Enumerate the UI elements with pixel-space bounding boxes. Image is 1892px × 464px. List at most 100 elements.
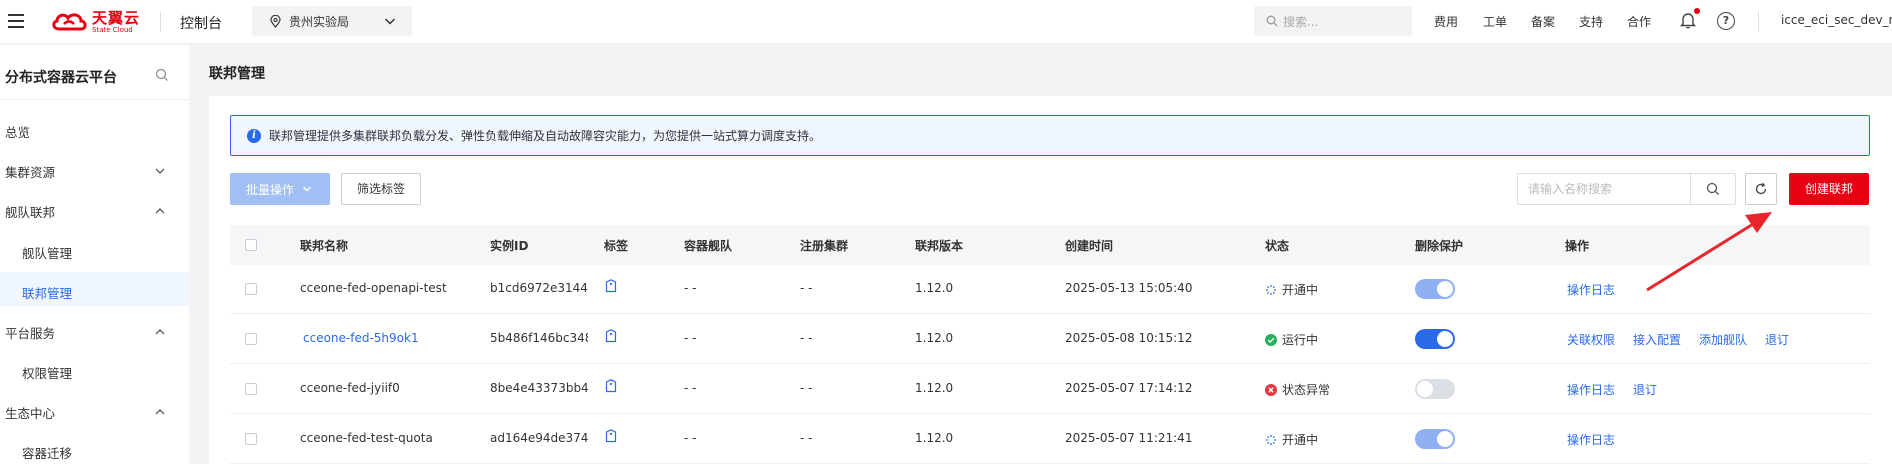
page-title: 联邦管理 — [209, 66, 265, 82]
name-search-box — [1517, 173, 1736, 205]
global-search-placeholder: 搜索... — [1283, 14, 1319, 29]
action-operation-log[interactable]: 操作日志 — [1567, 281, 1615, 298]
batch-operation-button[interactable]: 批量操作 — [230, 173, 330, 205]
logo[interactable]: 天翼云 State Cloud — [50, 8, 140, 36]
row-checkbox[interactable] — [245, 333, 257, 345]
sidebar-item-fleet-federation[interactable]: 舰队联邦 — [5, 202, 55, 221]
help-icon[interactable]: ? — [1717, 12, 1735, 30]
status-badge: 开通中 — [1265, 281, 1318, 298]
federation-version: 1.12.0 — [915, 281, 954, 295]
search-icon — [1706, 182, 1719, 195]
action-associate-permission[interactable]: 关联权限 — [1567, 331, 1615, 348]
divider — [160, 12, 161, 32]
federation-name: cceone-fed-jyiif0 — [300, 381, 400, 395]
tag-icon[interactable] — [605, 329, 617, 343]
sidebar-title: 分布式容器云平台 — [5, 70, 117, 86]
global-search-input[interactable]: 搜索... — [1254, 6, 1412, 36]
delete-protection-toggle[interactable] — [1415, 429, 1455, 449]
tag-icon[interactable] — [605, 279, 617, 293]
status-badge: 状态异常 — [1265, 381, 1330, 398]
sidebar-item-permission-management[interactable]: 权限管理 — [22, 363, 72, 382]
action-access-config[interactable]: 接入配置 — [1633, 331, 1681, 348]
loading-icon — [1266, 284, 1276, 295]
nav-billing[interactable]: 费用 — [1434, 13, 1458, 30]
info-icon: i — [247, 128, 261, 143]
instance-id: 5b486f146bc348c2 — [490, 331, 588, 345]
row-actions: 操作日志 — [1567, 431, 1615, 448]
batch-operation-label: 批量操作 — [246, 182, 295, 197]
status-text: 运行中 — [1282, 333, 1319, 347]
sidebar-item-container-migration[interactable]: 容器迁移 — [22, 443, 72, 462]
info-notice: i 联邦管理提供多集群联邦负载分发、弹性负载伸缩及自动故障容灾能力，为您提供一站… — [230, 115, 1870, 156]
nav-partner[interactable]: 合作 — [1627, 13, 1651, 30]
name-search-input[interactable] — [1518, 174, 1690, 204]
federation-name: cceone-fed-test-quota — [300, 431, 433, 445]
status-badge: 运行中 — [1265, 331, 1318, 348]
refresh-button[interactable] — [1745, 173, 1777, 205]
region-selector[interactable]: 贵州实验局 — [252, 6, 412, 36]
nav-filing[interactable]: 备案 — [1531, 13, 1555, 30]
location-pin-icon — [270, 14, 281, 28]
delete-protection-toggle[interactable] — [1415, 379, 1455, 399]
search-icon[interactable] — [155, 68, 169, 82]
create-federation-button[interactable]: 创建联邦 — [1789, 173, 1869, 205]
federation-version: 1.12.0 — [915, 331, 954, 345]
tag-icon[interactable] — [605, 379, 617, 393]
sidebar-item-cluster-resources[interactable]: 集群资源 — [5, 162, 55, 181]
hamburger-icon[interactable] — [8, 14, 24, 28]
row-checkbox[interactable] — [245, 383, 257, 395]
user-menu[interactable]: icce_eci_sec_dev_na — [1781, 13, 1892, 27]
nav-tickets[interactable]: 工单 — [1483, 13, 1507, 30]
action-unsubscribe[interactable]: 退订 — [1765, 331, 1789, 348]
row-checkbox[interactable] — [245, 433, 257, 445]
container-fleet: - - — [684, 281, 697, 295]
sidebar-item-federation-management[interactable]: 联邦管理 — [22, 283, 72, 302]
federation-name: cceone-fed-openapi-test — [300, 281, 447, 295]
delete-protection-toggle[interactable] — [1415, 279, 1455, 299]
action-operation-log[interactable]: 操作日志 — [1567, 381, 1615, 398]
sidebar-item-fleet-management[interactable]: 舰队管理 — [22, 243, 72, 262]
container-fleet: - - — [684, 431, 697, 445]
notice-text: 联邦管理提供多集群联邦负载分发、弹性负载伸缩及自动故障容灾能力，为您提供一站式算… — [269, 129, 822, 143]
search-button[interactable] — [1690, 174, 1735, 204]
logo-text-en: State Cloud — [92, 25, 133, 34]
status-badge: 开通中 — [1265, 431, 1318, 448]
federation-name-link[interactable]: cceone-fed-5h9ok1 — [303, 331, 419, 345]
sidebar-item-ecosystem-center[interactable]: 生态中心 — [5, 403, 55, 422]
registered-clusters: - - — [800, 381, 813, 395]
action-operation-log[interactable]: 操作日志 — [1567, 431, 1615, 448]
instance-id: b1cd6972e3144ffa — [490, 281, 588, 295]
chevron-up-icon — [155, 208, 165, 214]
chevron-down-icon — [303, 186, 312, 192]
header-status: 状态 — [1265, 239, 1290, 253]
chevron-down-icon — [384, 18, 396, 25]
status-text: 状态异常 — [1282, 383, 1331, 397]
table-row: cceone-fed-test-quota ad164e94de374f5 - … — [230, 415, 1870, 464]
action-unsubscribe[interactable]: 退订 — [1633, 381, 1657, 398]
row-actions: 关联权限 接入配置 添加舰队 退订 — [1567, 331, 1789, 348]
region-label: 贵州实验局 — [289, 14, 350, 29]
notification-dot — [1694, 8, 1700, 14]
divider — [0, 99, 189, 100]
header-federation-name: 联邦名称 — [300, 239, 349, 253]
console-link[interactable]: 控制台 — [180, 13, 222, 33]
select-all-checkbox[interactable] — [245, 239, 257, 251]
action-add-fleet[interactable]: 添加舰队 — [1699, 331, 1747, 348]
bell-icon[interactable] — [1679, 11, 1697, 29]
refresh-icon — [1755, 182, 1767, 195]
sidebar: 分布式容器云平台 总览 集群资源 舰队联邦 舰队管理 联邦管理 平台服务 权限管… — [0, 45, 189, 464]
sidebar-item-platform-services[interactable]: 平台服务 — [5, 323, 55, 342]
registered-clusters: - - — [800, 331, 813, 345]
logo-cloud-icon — [52, 13, 87, 31]
row-checkbox[interactable] — [245, 283, 257, 295]
chevron-up-icon — [155, 329, 165, 335]
chevron-up-icon — [155, 409, 165, 415]
tag-icon[interactable] — [605, 429, 617, 443]
top-bar: 天翼云 State Cloud 控制台 贵州实验局 搜索... 费用 工单 备案… — [0, 0, 1892, 44]
filter-tags-button[interactable]: 筛选标签 — [341, 173, 421, 205]
nav-support[interactable]: 支持 — [1579, 13, 1603, 30]
created-time: 2025-05-07 17:14:12 — [1065, 381, 1193, 395]
delete-protection-toggle[interactable] — [1415, 329, 1455, 349]
logo-text-cn: 天翼云 — [92, 8, 141, 27]
sidebar-item-overview[interactable]: 总览 — [5, 122, 30, 141]
